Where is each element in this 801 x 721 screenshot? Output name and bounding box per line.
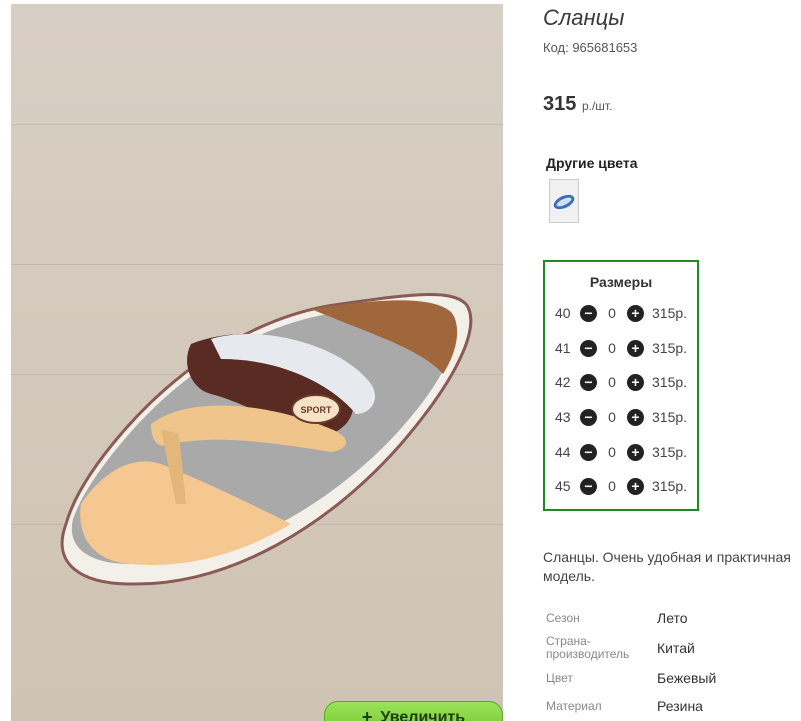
price-unit: р./шт. bbox=[581, 99, 613, 113]
size-row: 45 − 0 + 315р. bbox=[555, 476, 687, 496]
attr-value-country: Китай bbox=[657, 640, 695, 656]
size-price: 315р. bbox=[652, 374, 688, 390]
size-label: 41 bbox=[555, 340, 571, 356]
other-colors-title: Другие цвета bbox=[546, 155, 638, 171]
size-row: 42 − 0 + 315р. bbox=[555, 372, 687, 392]
size-qty: 0 bbox=[608, 305, 616, 321]
plus-circle-icon[interactable]: + bbox=[627, 408, 644, 426]
attr-label-country: Страна-производитель bbox=[546, 634, 630, 661]
plus-circle-icon[interactable]: + bbox=[627, 339, 644, 357]
size-row: 44 − 0 + 315р. bbox=[555, 442, 687, 462]
minus-circle-icon[interactable]: − bbox=[580, 304, 597, 322]
size-label: 42 bbox=[555, 374, 571, 390]
svg-text:SPORT: SPORT bbox=[300, 405, 332, 415]
size-qty: 0 bbox=[608, 478, 616, 494]
other-color-thumbnail[interactable] bbox=[549, 179, 579, 223]
sizes-panel: Размеры 40 − 0 + 315р. 41 − 0 + 315р. 42… bbox=[543, 260, 699, 511]
product-code: Код: 965681653 bbox=[543, 40, 638, 55]
blue-flip-flop-thumbnail-icon bbox=[553, 194, 575, 210]
zoom-button[interactable]: + Увеличить bbox=[324, 701, 503, 721]
product-title: Сланцы bbox=[543, 5, 625, 30]
size-price: 315р. bbox=[652, 340, 688, 356]
attr-value-color: Бежевый bbox=[657, 670, 717, 686]
plus-circle-icon[interactable]: + bbox=[627, 373, 644, 391]
plus-circle-icon[interactable]: + bbox=[627, 443, 644, 461]
plus-circle-icon[interactable]: + bbox=[627, 304, 644, 322]
minus-circle-icon[interactable]: − bbox=[580, 443, 597, 461]
size-qty: 0 bbox=[608, 340, 616, 356]
size-qty: 0 bbox=[608, 444, 616, 460]
attr-label-color: Цвет bbox=[546, 671, 573, 685]
minus-circle-icon[interactable]: − bbox=[580, 408, 597, 426]
size-label: 44 bbox=[555, 444, 571, 460]
price-value: 315 bbox=[543, 93, 577, 115]
product-description: Сланцы. Очень удобная и практичная модел… bbox=[543, 549, 791, 584]
size-row: 40 − 0 + 315р. bbox=[555, 303, 687, 323]
product-price: 315 р./шт. bbox=[543, 93, 612, 116]
product-image[interactable]: SPORT + Увеличить bbox=[11, 4, 503, 721]
minus-circle-icon[interactable]: − bbox=[580, 339, 597, 357]
size-price: 315р. bbox=[652, 409, 688, 425]
attr-value-season: Лето bbox=[657, 610, 688, 626]
minus-circle-icon[interactable]: − bbox=[580, 373, 597, 391]
size-qty: 0 bbox=[608, 409, 616, 425]
size-price: 315р. bbox=[652, 478, 688, 494]
size-row: 43 − 0 + 315р. bbox=[555, 407, 687, 427]
zoom-button-label: Увеличить bbox=[380, 709, 466, 721]
attr-value-material: Резина bbox=[657, 698, 703, 714]
size-qty: 0 bbox=[608, 374, 616, 390]
plus-icon: + bbox=[361, 707, 373, 721]
plus-circle-icon[interactable]: + bbox=[627, 477, 644, 495]
size-price: 315р. bbox=[652, 305, 688, 321]
flip-flop-illustration: SPORT bbox=[60, 293, 473, 586]
size-price: 315р. bbox=[652, 444, 688, 460]
attr-label-season: Сезон bbox=[546, 611, 580, 625]
minus-circle-icon[interactable]: − bbox=[580, 477, 597, 495]
size-label: 40 bbox=[555, 305, 571, 321]
size-label: 43 bbox=[555, 409, 571, 425]
size-row: 41 − 0 + 315р. bbox=[555, 338, 687, 358]
attr-label-material: Материал bbox=[546, 699, 602, 713]
size-label: 45 bbox=[555, 478, 571, 494]
sizes-title: Размеры bbox=[589, 274, 653, 290]
